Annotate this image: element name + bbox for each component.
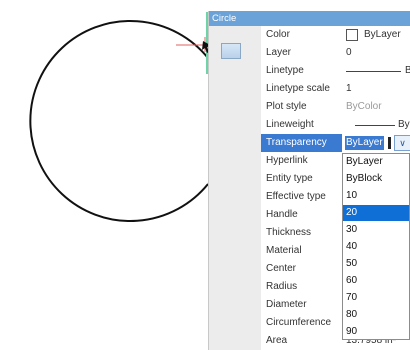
circle-preview-icon[interactable] <box>221 43 241 59</box>
property-row-linetype-scale[interactable]: Linetype scale 1 <box>261 80 410 98</box>
transparency-dropdown-list[interactable]: ByLayer ByBlock 10 20 30 40 50 60 70 80 … <box>342 153 410 340</box>
dropdown-option[interactable]: 70 <box>343 290 409 306</box>
dropdown-option[interactable]: 10 <box>343 188 409 204</box>
property-label: Layer <box>266 47 292 58</box>
property-row-plot-style[interactable]: Plot style ByColor <box>261 98 410 116</box>
property-label: Hyperlink <box>266 155 308 166</box>
property-label: Handle <box>266 209 298 220</box>
property-label: Material <box>266 245 302 256</box>
property-row-layer[interactable]: Layer 0 <box>261 44 410 62</box>
color-swatch-icon <box>346 29 358 41</box>
property-label: Circumference <box>266 317 332 328</box>
property-label: Linetype scale <box>266 83 330 94</box>
property-label: Plot style <box>266 101 307 112</box>
property-value: ByL <box>398 119 410 130</box>
panel-thumbnail-area <box>209 26 261 350</box>
property-label: Effective type <box>266 191 326 202</box>
text-caret <box>388 137 391 149</box>
property-row-linetype[interactable]: Linetype B <box>261 62 410 80</box>
property-value: B <box>405 65 410 76</box>
dropdown-option[interactable]: 40 <box>343 239 409 255</box>
linetype-sample-icon <box>346 71 401 72</box>
property-label: Lineweight <box>266 119 314 130</box>
property-value: ByLayer <box>364 29 401 40</box>
property-label: Entity type <box>266 173 313 184</box>
property-value: 1 <box>346 83 352 94</box>
dropdown-option[interactable]: 80 <box>343 307 409 323</box>
dropdown-option[interactable]: 90 <box>343 324 409 340</box>
property-row-color[interactable]: Color ByLayer <box>261 26 410 44</box>
dropdown-option[interactable]: 50 <box>343 256 409 272</box>
property-value: ByColor <box>346 101 382 112</box>
property-label: Linetype <box>266 65 304 76</box>
property-label: Transparency <box>266 137 327 148</box>
dropdown-option[interactable]: 60 <box>343 273 409 289</box>
property-label: Color <box>266 29 290 40</box>
property-label: Diameter <box>266 299 307 310</box>
property-row-transparency[interactable]: Transparency ByLayer ∨ <box>261 134 410 152</box>
transparency-dropdown-button[interactable]: ∨ <box>394 135 410 151</box>
property-label: Center <box>266 263 297 274</box>
dropdown-option-selected[interactable]: 20 <box>343 205 409 221</box>
dropdown-option[interactable]: ByLayer <box>343 154 409 170</box>
panel-title[interactable]: Circle <box>209 11 410 26</box>
property-value: 0 <box>346 47 352 58</box>
property-label: Thickness <box>266 227 312 238</box>
transparency-input-text: ByLayer <box>345 136 384 150</box>
property-label: Radius <box>266 281 298 292</box>
circle-entity[interactable] <box>29 20 209 222</box>
transparency-input[interactable]: ByLayer <box>344 136 392 150</box>
chevron-down-icon: ∨ <box>399 138 406 148</box>
lineweight-sample-icon <box>355 125 395 126</box>
property-row-lineweight[interactable]: Lineweight ByL <box>261 116 410 134</box>
property-label: Area <box>266 335 288 346</box>
dropdown-option[interactable]: ByBlock <box>343 171 409 187</box>
dropdown-option[interactable]: 30 <box>343 222 409 238</box>
